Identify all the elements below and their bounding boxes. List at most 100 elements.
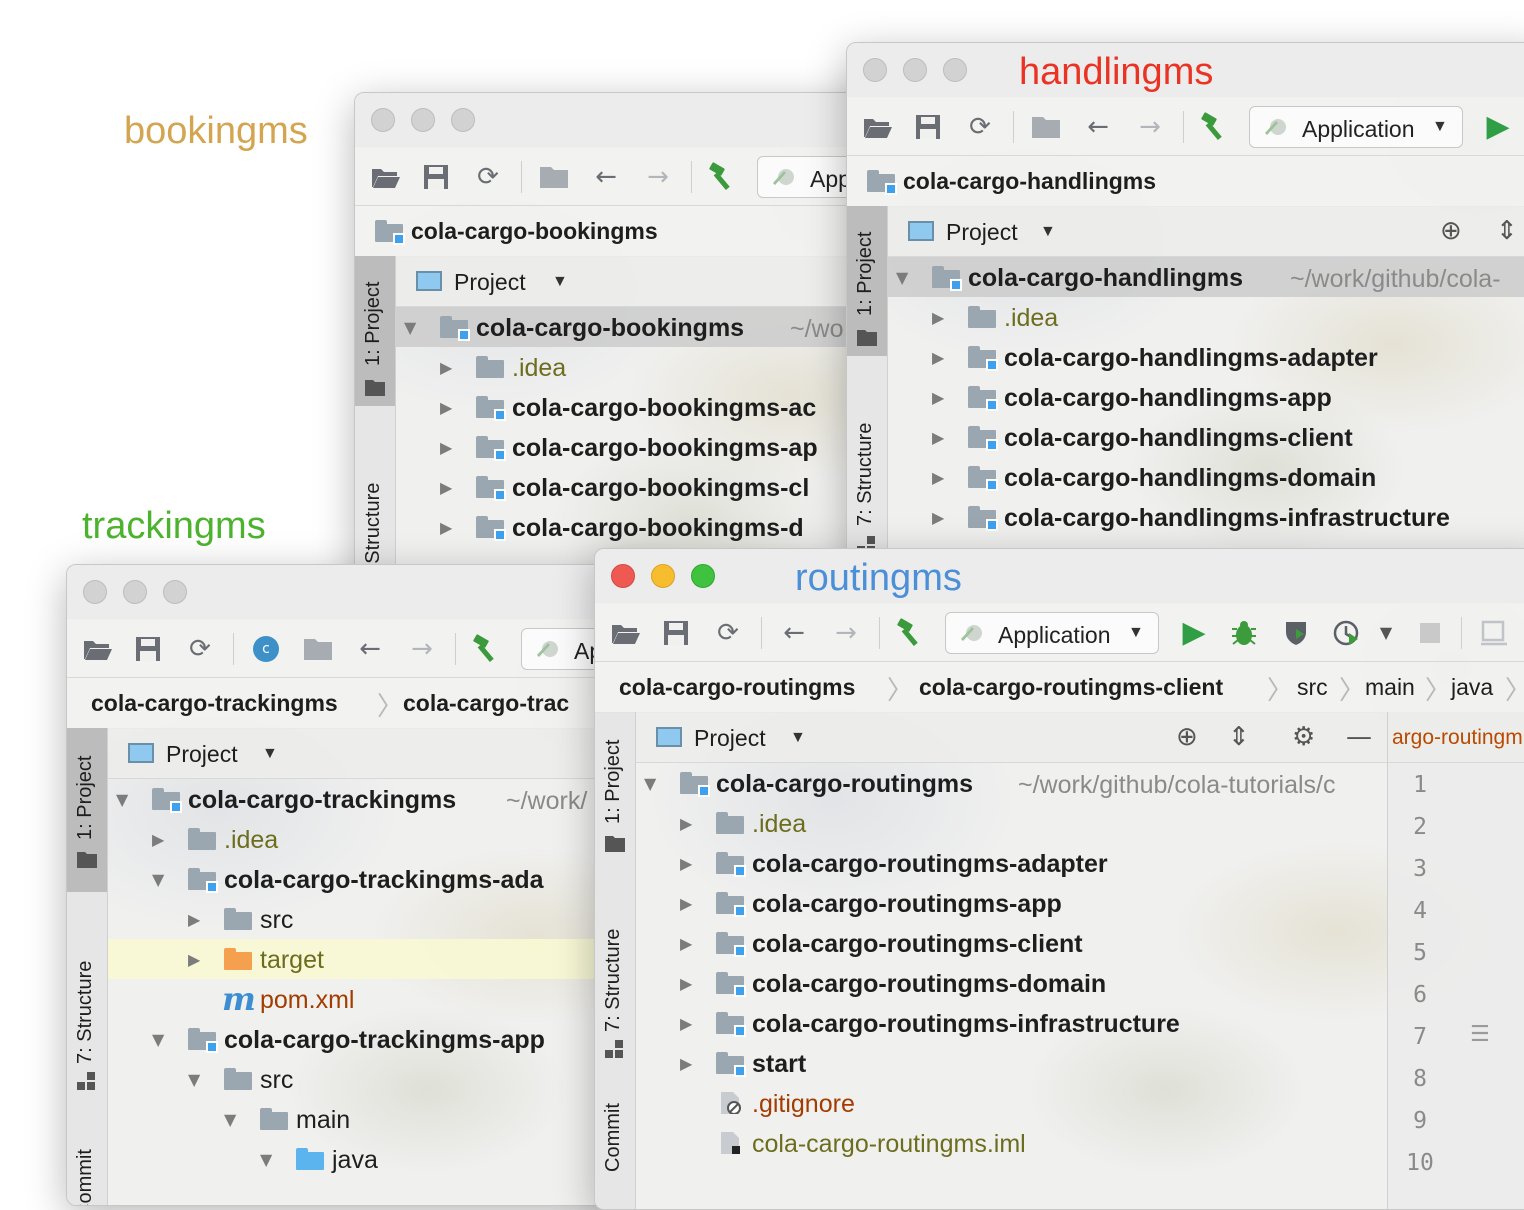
breadcrumb-item[interactable]: cola-cargo-trackingms <box>91 690 338 717</box>
editor-tab[interactable]: argo-routingm <box>1388 712 1524 763</box>
tree-item[interactable]: ▶ cola-cargo-handlingms-domain <box>888 457 1524 497</box>
tree-root[interactable]: ▼ cola-cargo-bookingms ~/wo <box>396 307 915 347</box>
minimize-button[interactable] <box>903 58 927 82</box>
run-config-combo[interactable]: Application ▼ <box>1249 106 1463 148</box>
tree-item[interactable]: ▶ cola-cargo-routingms-domain <box>636 963 1387 1003</box>
sync-icon[interactable]: ⟳ <box>473 163 503 191</box>
close-button[interactable] <box>611 564 635 588</box>
arrow-right-icon[interactable]: → <box>1135 113 1165 141</box>
expand-arrow-icon[interactable]: ▶ <box>440 358 452 377</box>
chevron-down-icon[interactable]: ▼ <box>1432 118 1448 136</box>
expand-arrow-icon[interactable]: ▼ <box>404 318 416 337</box>
breadcrumb-item[interactable]: main <box>1365 674 1415 701</box>
tree-item[interactable]: ▼ src <box>108 1059 667 1099</box>
breadcrumb-project[interactable]: cola-cargo-bookingms <box>411 218 658 245</box>
chevron-down-icon[interactable]: ▼ <box>790 729 806 747</box>
breadcrumb-item[interactable]: cola-cargo-routingms <box>619 674 855 701</box>
tree-item[interactable]: ▶ cola-cargo-routingms-infrastructure <box>636 1003 1387 1043</box>
folder-open-icon[interactable] <box>863 113 893 141</box>
tree-item[interactable]: ▶ .idea <box>888 297 1524 337</box>
tree-item[interactable]: ▶ cola-cargo-bookingms-ap <box>396 427 915 467</box>
tree-item[interactable]: ▶ cola-cargo-routingms-client <box>636 923 1387 963</box>
tree-item[interactable]: ▶ cola-cargo-handlingms-infrastructure <box>888 497 1524 537</box>
folder-icon[interactable] <box>303 635 333 663</box>
zoom-button[interactable] <box>163 580 187 604</box>
hammer-icon[interactable] <box>895 618 925 647</box>
breadcrumb-item[interactable]: cola-cargo-routingms-client <box>919 674 1223 701</box>
tree-item[interactable]: ▶ src <box>108 899 667 939</box>
expand-arrow-icon[interactable]: ▼ <box>116 790 128 809</box>
bug-icon[interactable] <box>1229 619 1259 647</box>
breadcrumb-item[interactable]: cola-cargo-trac <box>403 690 569 717</box>
tool-window-structure[interactable]: 7: Structure <box>847 376 887 556</box>
save-icon[interactable] <box>133 635 163 663</box>
chevron-down-icon[interactable]: ▼ <box>1040 223 1056 241</box>
chevron-down-icon[interactable]: ▼ <box>552 273 568 291</box>
tree-item[interactable]: ▶ cola-cargo-bookingms-d <box>396 507 915 547</box>
tree-item[interactable]: m pom.xml <box>108 979 667 1019</box>
arrow-left-icon[interactable]: ← <box>1083 113 1113 141</box>
close-button[interactable] <box>863 58 887 82</box>
hammer-icon[interactable] <box>707 162 737 191</box>
tree-item[interactable]: ▶ .idea <box>396 347 915 387</box>
chevron-down-icon[interactable]: ▼ <box>1371 619 1401 647</box>
tree-item[interactable]: ▶ start <box>636 1043 1387 1083</box>
arrow-left-icon[interactable]: ← <box>779 619 809 647</box>
zoom-button[interactable] <box>451 108 475 132</box>
folder-open-icon[interactable] <box>83 635 113 663</box>
crosshair-icon[interactable]: ⊕ <box>1440 218 1462 244</box>
expand-arrow-icon[interactable]: ▼ <box>644 774 656 793</box>
breadcrumb-item[interactable]: src <box>1297 674 1328 701</box>
tree-item[interactable]: ▶ cola-cargo-routingms-app <box>636 883 1387 923</box>
tool-window-commit[interactable]: Commit <box>67 1098 107 1205</box>
folder-open-icon[interactable] <box>611 619 641 647</box>
run-icon[interactable]: ▶ <box>1179 618 1209 648</box>
run-icon[interactable]: ▶ <box>1483 112 1513 142</box>
breadcrumb-project[interactable]: cola-cargo-handlingms <box>903 168 1156 195</box>
collapse-all-icon[interactable]: ⇕ <box>1228 724 1250 750</box>
gear-icon[interactable]: ⚙ <box>1292 724 1315 750</box>
folder-icon[interactable] <box>1031 113 1061 141</box>
tree-item[interactable]: ▶ cola-cargo-routingms-adapter <box>636 843 1387 883</box>
tree-item[interactable]: ▼ java <box>108 1139 667 1179</box>
tree-item[interactable]: ▶ cola-cargo-handlingms-client <box>888 417 1524 457</box>
close-button[interactable] <box>83 580 107 604</box>
hammer-icon[interactable] <box>1199 112 1229 141</box>
chevron-down-icon[interactable]: ▼ <box>1128 624 1144 642</box>
stop-icon[interactable] <box>1415 619 1445 647</box>
tree-root[interactable]: ▼ cola-cargo-trackingms ~/work/ <box>108 779 667 819</box>
folder-open-icon[interactable] <box>371 163 401 191</box>
chevron-down-icon[interactable]: ▼ <box>262 745 278 763</box>
save-icon[interactable] <box>913 113 943 141</box>
crosshair-icon[interactable]: ⊕ <box>1176 724 1198 750</box>
sync-icon[interactable]: ⟳ <box>185 635 215 663</box>
profile-icon[interactable] <box>1333 619 1363 647</box>
tool-window-project[interactable]: 1: Project <box>847 206 887 356</box>
tool-window-structure[interactable]: 7: Structure <box>595 882 635 1062</box>
device-icon[interactable] <box>1479 619 1509 647</box>
sync-icon[interactable]: ⟳ <box>965 113 995 141</box>
tree-item[interactable]: ▶ .idea <box>636 803 1387 843</box>
arrow-right-icon[interactable]: → <box>831 619 861 647</box>
project-view-selector[interactable]: Project <box>694 725 766 752</box>
close-button[interactable] <box>371 108 395 132</box>
tree-item[interactable]: ▶ cola-cargo-bookingms-ac <box>396 387 915 427</box>
tree-item[interactable]: ▶ cola-cargo-handlingms-app <box>888 377 1524 417</box>
project-view-selector[interactable]: Project <box>454 269 526 296</box>
tree-root[interactable]: ▼ cola-cargo-handlingms ~/work/github/co… <box>888 257 1524 297</box>
project-view-selector[interactable]: Project <box>166 741 238 768</box>
sync-icon[interactable]: ⟳ <box>713 619 743 647</box>
run-config-combo[interactable]: Application ▼ <box>945 612 1159 654</box>
tree-item[interactable]: .gitignore <box>636 1083 1387 1123</box>
minimize-icon[interactable]: — <box>1346 724 1372 750</box>
tree-item[interactable]: ▶ .idea <box>108 819 667 859</box>
tree-root[interactable]: ▼ cola-cargo-routingms ~/work/github/col… <box>636 763 1387 803</box>
tool-window-project[interactable]: 1: Project <box>67 728 107 892</box>
tree-item[interactable]: cola-cargo-routingms.iml <box>636 1123 1387 1163</box>
hammer-icon[interactable] <box>471 634 501 663</box>
tool-window-structure[interactable]: 7: Structure <box>67 904 107 1090</box>
coverage-icon[interactable] <box>1281 619 1311 647</box>
class-icon[interactable]: c <box>253 636 279 662</box>
tree-item[interactable]: ▶ cola-cargo-handlingms-adapter <box>888 337 1524 377</box>
zoom-button[interactable] <box>943 58 967 82</box>
